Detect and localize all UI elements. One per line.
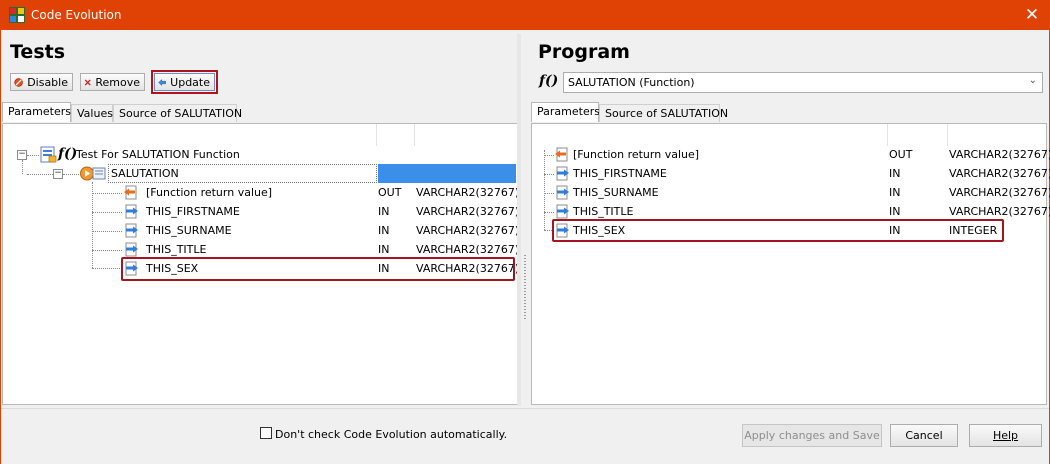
in-param-icon <box>125 204 138 219</box>
chevron-down-icon: ⌄ <box>1028 75 1037 86</box>
param-name: [Function return value] <box>573 148 700 161</box>
selection-highlight <box>378 164 516 183</box>
tab-tests-parameters[interactable]: Parameters <box>2 102 71 122</box>
tree-node-test-label: Test For SALUTATION Function <box>76 148 240 161</box>
program-selector-value: SALUTATION (Function) <box>568 76 695 89</box>
disable-label: Disable <box>27 75 68 89</box>
column-divider <box>414 124 415 146</box>
program-param-row[interactable]: THIS_SURNAME IN VARCHAR2(32767) <box>555 183 1050 202</box>
remove-x-icon <box>84 78 91 86</box>
window-title: Code Evolution <box>31 8 122 22</box>
auto-check-label: Don't check Code Evolution automatically… <box>275 428 508 441</box>
param-mode: OUT <box>889 148 913 161</box>
param-mode: IN <box>378 205 390 218</box>
collapse-icon[interactable]: − <box>53 169 63 179</box>
disable-icon <box>14 77 23 87</box>
in-param-icon <box>556 204 569 219</box>
highlight-box <box>121 257 515 281</box>
collapse-icon[interactable]: − <box>17 150 27 160</box>
tree-connector <box>22 160 23 174</box>
program-param-row[interactable]: [Function return value] OUT VARCHAR2(327… <box>555 145 1050 164</box>
tree-connector <box>544 174 554 175</box>
test-case-icon <box>40 146 57 163</box>
column-divider <box>947 124 948 146</box>
tree-connector <box>544 193 554 194</box>
apply-save-button[interactable]: Apply changes and Save <box>742 424 882 447</box>
pane-splitter[interactable] <box>517 34 521 406</box>
window-titlebar: Code Evolution ✕ <box>0 0 1050 30</box>
help-button[interactable]: Help <box>969 424 1042 447</box>
highlight-box <box>552 219 1004 242</box>
param-name: THIS_SURNAME <box>146 224 232 237</box>
tests-param-row[interactable]: THIS_SURNAME IN VARCHAR2(32767) <box>124 221 520 240</box>
tree-connector <box>92 212 122 213</box>
focus-outline <box>108 164 377 183</box>
function-node-icon <box>80 166 106 181</box>
tab-tests-values[interactable]: Values <box>71 104 113 122</box>
tree-connector <box>92 250 122 251</box>
param-mode: OUT <box>378 186 402 199</box>
param-type: VARCHAR2(32767) <box>416 205 520 218</box>
function-icon: f() <box>58 146 78 162</box>
remove-label: Remove <box>95 75 140 89</box>
column-divider <box>887 124 888 146</box>
param-type: VARCHAR2(32767) <box>416 224 520 237</box>
program-tabs: Parameters Source of SALUTATION <box>531 102 1047 123</box>
in-param-icon <box>556 185 569 200</box>
tree-connector <box>92 193 122 194</box>
close-icon[interactable]: ✕ <box>1022 5 1042 25</box>
program-param-row[interactable]: THIS_FIRSTNAME IN VARCHAR2(32767) <box>555 164 1050 183</box>
param-mode: IN <box>889 167 901 180</box>
return-arrow-icon <box>555 147 568 162</box>
param-type: VARCHAR2(32767) <box>949 148 1050 161</box>
tree-connector <box>27 155 39 156</box>
in-param-icon <box>556 166 569 181</box>
tests-title: Tests <box>10 41 66 63</box>
param-type: VARCHAR2(32767) <box>949 186 1050 199</box>
arrow-left-icon <box>158 78 166 86</box>
program-selector[interactable]: SALUTATION (Function) ⌄ <box>563 72 1043 93</box>
tab-program-parameters[interactable]: Parameters <box>531 102 600 122</box>
function-icon: f() <box>539 73 559 89</box>
window-border-left <box>0 30 1 464</box>
tree-connector <box>92 231 122 232</box>
tree-connector <box>92 268 122 269</box>
auto-check-checkbox[interactable] <box>260 427 272 439</box>
param-name: THIS_FIRSTNAME <box>573 167 667 180</box>
return-arrow-icon <box>124 185 137 200</box>
update-button[interactable]: Update <box>151 70 218 94</box>
in-param-icon <box>125 242 138 257</box>
program-title: Program <box>538 41 630 63</box>
tests-param-row[interactable]: THIS_FIRSTNAME IN VARCHAR2(32767) <box>124 202 520 221</box>
tab-tests-source[interactable]: Source of SALUTATION <box>113 104 242 122</box>
param-type: VARCHAR2(32767) <box>416 186 520 199</box>
remove-button[interactable]: Remove <box>80 73 145 91</box>
cancel-button[interactable]: Cancel <box>890 424 958 447</box>
tree-connector <box>27 174 53 175</box>
param-name: [Function return value] <box>146 186 273 199</box>
tree-connector <box>544 150 545 230</box>
splitter-grip[interactable] <box>524 255 526 319</box>
param-type: VARCHAR2(32767) <box>949 167 1050 180</box>
app-icon <box>9 7 25 23</box>
update-label: Update <box>170 75 210 89</box>
disable-button[interactable]: Disable <box>10 73 73 91</box>
column-divider <box>376 124 377 146</box>
param-name: THIS_FIRSTNAME <box>146 205 240 218</box>
tree-connector <box>544 155 554 156</box>
tests-tabs: Parameters Values Source of SALUTATION <box>2 102 518 123</box>
tree-connector <box>544 212 554 213</box>
param-mode: IN <box>378 224 390 237</box>
in-param-icon <box>125 223 138 238</box>
tree-connector <box>63 174 79 175</box>
param-name: THIS_SURNAME <box>573 186 659 199</box>
tab-program-source[interactable]: Source of SALUTATION <box>599 104 728 122</box>
tests-param-row[interactable]: [Function return value] OUT VARCHAR2(327… <box>124 183 520 202</box>
param-mode: IN <box>889 186 901 199</box>
tree-connector <box>92 182 93 268</box>
